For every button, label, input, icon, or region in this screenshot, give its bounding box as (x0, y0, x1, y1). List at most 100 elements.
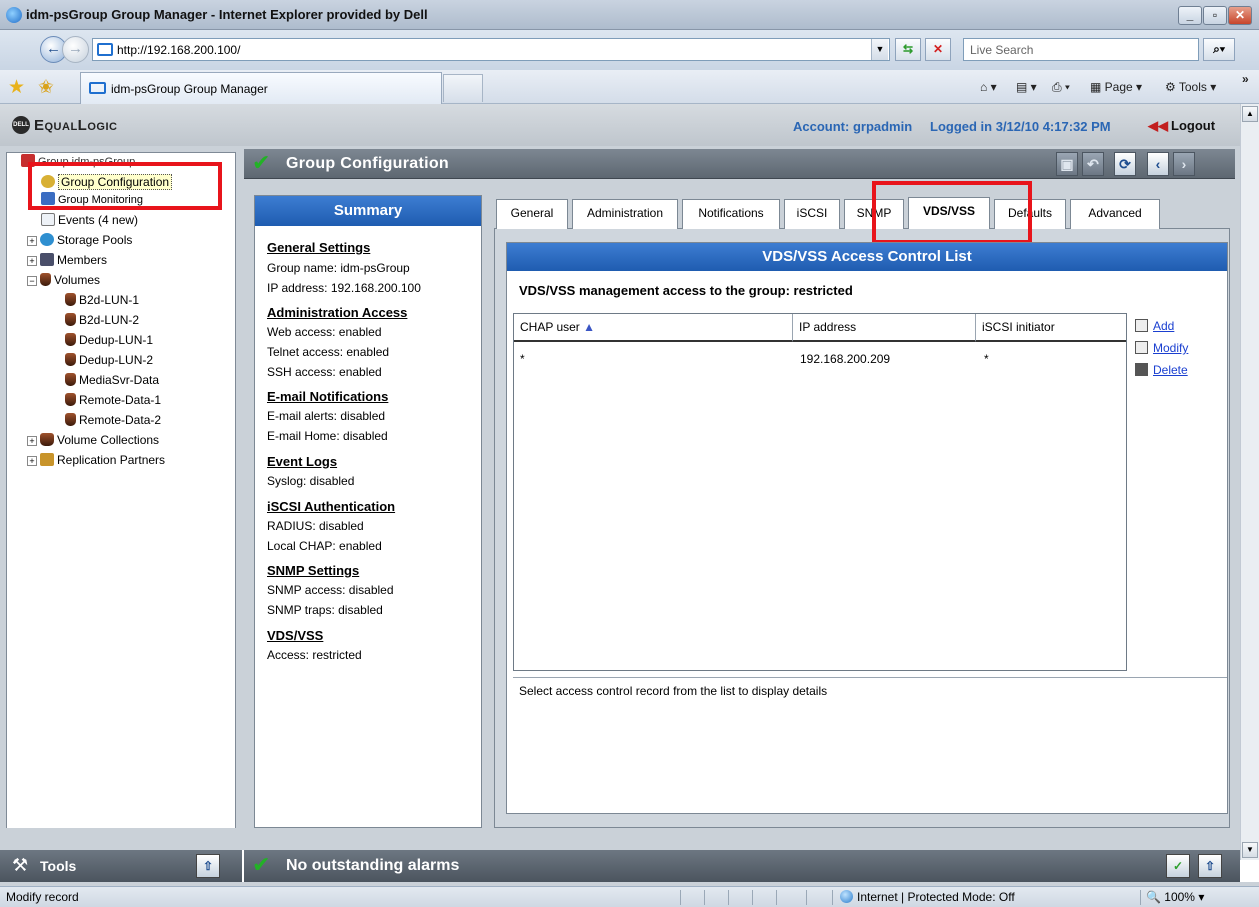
tab-favicon-icon (89, 82, 106, 94)
storage-pools-icon (40, 233, 54, 246)
tree-item-volume[interactable]: Dedup-LUN-1 (65, 331, 153, 351)
print-icon[interactable]: ⎙ ▾ (1052, 80, 1070, 95)
tree-item-storage-pools[interactable]: + Storage Pools (27, 231, 132, 251)
add-link[interactable]: Add (1135, 319, 1174, 333)
column-header-ip-address[interactable]: IP address (793, 314, 976, 342)
tree-item-volume[interactable]: B2d-LUN-1 (65, 291, 139, 311)
new-tab-button[interactable] (443, 74, 483, 102)
volume-icon (65, 413, 76, 426)
security-zone[interactable]: Internet | Protected Mode: Off (840, 890, 1015, 904)
undo-icon[interactable]: ↶ (1082, 152, 1104, 176)
tools-menu-label: Tools (1178, 80, 1207, 94)
tree-item-volume-collections[interactable]: + Volume Collections (27, 431, 159, 451)
zoom-level[interactable]: 🔍 100% ▾ (1146, 890, 1204, 904)
tree-item-volume[interactable]: MediaSvr-Data (65, 371, 159, 391)
scroll-down-icon[interactable]: ▼ (1242, 842, 1258, 858)
tree-item-volume[interactable]: Remote-Data-1 (65, 391, 161, 411)
summary-line: SNMP traps: disabled (267, 603, 383, 617)
refresh-data-icon[interactable]: ⟳ (1114, 152, 1136, 176)
summary-line: SNMP access: disabled (267, 583, 394, 597)
page-menu-label: Page (1104, 80, 1133, 94)
wrench-icon: ⚒ (12, 855, 29, 875)
collapse-icon[interactable]: − (27, 276, 37, 286)
alarm-expand-up-icon[interactable]: ⇧ (1198, 854, 1222, 878)
summary-line: RADIUS: disabled (267, 519, 364, 533)
summary-line: Web access: enabled (267, 325, 382, 339)
tab-general[interactable]: General (496, 199, 568, 229)
volume-icon (65, 353, 76, 366)
status-separator (1140, 890, 1141, 905)
page-menu[interactable]: ▦ Page ▾ (1090, 80, 1142, 94)
status-separator (752, 890, 753, 905)
column-header-chap-user[interactable]: CHAP user ▲ (514, 314, 793, 342)
forward-icon[interactable]: → (62, 36, 89, 63)
add-favorite-icon[interactable]: ✬ (38, 76, 54, 99)
logout-label: Logout (1171, 118, 1216, 133)
acknowledge-icon[interactable]: ✓ (1166, 854, 1190, 878)
tree-item-volume[interactable]: Dedup-LUN-2 (65, 351, 153, 371)
tree-panel: Group idm-psGroup Group Configuration Gr… (0, 146, 242, 836)
dell-logo: DELL (12, 116, 30, 134)
status-separator (776, 890, 777, 905)
minimize-button[interactable]: _ (1178, 6, 1202, 25)
feeds-icon[interactable]: ▤ ▾ (1016, 80, 1037, 94)
tree-item-label: Replication Partners (57, 453, 166, 467)
search-icon[interactable]: ⌕▾ (1203, 38, 1235, 61)
table-cell-initiator[interactable]: * (984, 352, 989, 366)
tree-item-replication-partners[interactable]: + Replication Partners (27, 451, 165, 471)
group-tree: Group idm-psGroup Group Configuration Gr… (6, 152, 236, 836)
table-cell-ip[interactable]: 192.168.200.209 (800, 352, 890, 366)
tree-item-volume[interactable]: B2d-LUN-2 (65, 311, 139, 331)
add-icon (1135, 319, 1148, 332)
url-dropdown-icon[interactable]: ▼ (871, 39, 888, 60)
volume-icon (65, 333, 76, 346)
stop-icon[interactable]: ✕ (925, 38, 951, 61)
tree-item-members[interactable]: + Members (27, 251, 107, 271)
expand-icon[interactable]: + (27, 436, 37, 446)
overflow-chevron-icon[interactable]: » (1242, 72, 1249, 86)
back-arrow-icon[interactable]: ‹ (1147, 152, 1169, 176)
expand-icon[interactable]: + (27, 236, 37, 246)
browser-tab-active[interactable]: idm-psGroup Group Manager (80, 72, 442, 104)
tree-item-label: Members (57, 253, 108, 267)
tab-notifications[interactable]: Notifications (682, 199, 780, 229)
forward-arrow-icon[interactable]: › (1173, 152, 1195, 176)
close-button[interactable]: ✕ (1228, 6, 1252, 25)
search-input[interactable]: Live Search (963, 38, 1199, 61)
tree-item-volume[interactable]: Remote-Data-2 (65, 411, 161, 431)
summary-heading: iSCSI Authentication (267, 499, 396, 514)
page-scrollbar[interactable]: ▲ ▼ (1240, 104, 1259, 860)
tree-item-volumes[interactable]: − Volumes (27, 271, 100, 291)
summary-heading: General Settings (267, 240, 371, 255)
maximize-button[interactable]: ▫ (1203, 6, 1227, 25)
favorites-star-icon[interactable]: ★ (8, 76, 25, 99)
summary-line: E-mail Home: disabled (267, 429, 388, 443)
delete-link[interactable]: Delete (1135, 363, 1188, 377)
summary-heading: Event Logs (267, 454, 338, 469)
scroll-up-icon[interactable]: ▲ (1242, 106, 1258, 122)
logout-button[interactable]: ◀◀ Logout (1148, 118, 1215, 134)
command-bar: ★ ✬ idm-psGroup Group Manager ⌂ ▾ ▤ ▾ ⎙ … (0, 70, 1259, 104)
tab-title: idm-psGroup Group Manager (111, 82, 268, 96)
tab-iscsi[interactable]: iSCSI (784, 199, 840, 229)
expand-icon[interactable]: + (27, 456, 37, 466)
expand-icon[interactable]: + (27, 256, 37, 266)
tab-advanced[interactable]: Advanced (1070, 199, 1160, 229)
summary-line: Syslog: disabled (267, 474, 355, 488)
refresh-icon[interactable]: ⇆ (895, 38, 921, 61)
save-icon[interactable]: ▣ (1056, 152, 1078, 176)
column-header-iscsi-initiator[interactable]: iSCSI initiator (976, 314, 1126, 342)
table-cell-chap[interactable]: * (520, 352, 525, 366)
tools-bar[interactable]: ⚒ Tools ⇧ (0, 850, 242, 882)
tree-item-events[interactable]: Events (4 new) (41, 211, 138, 231)
url-field[interactable]: http://192.168.200.100/ ▼ (92, 38, 890, 61)
expand-up-icon[interactable]: ⇧ (196, 854, 220, 878)
account-label: Account: grpadmin (793, 119, 913, 134)
volumes-icon (40, 273, 51, 286)
tools-menu[interactable]: ⚙ Tools ▾ (1165, 80, 1216, 94)
tab-administration[interactable]: Administration (572, 199, 678, 229)
home-icon[interactable]: ⌂ ▾ (980, 80, 997, 94)
volume-icon (65, 313, 76, 326)
modify-link[interactable]: Modify (1135, 341, 1188, 355)
zoom-label: 100% (1164, 890, 1195, 904)
